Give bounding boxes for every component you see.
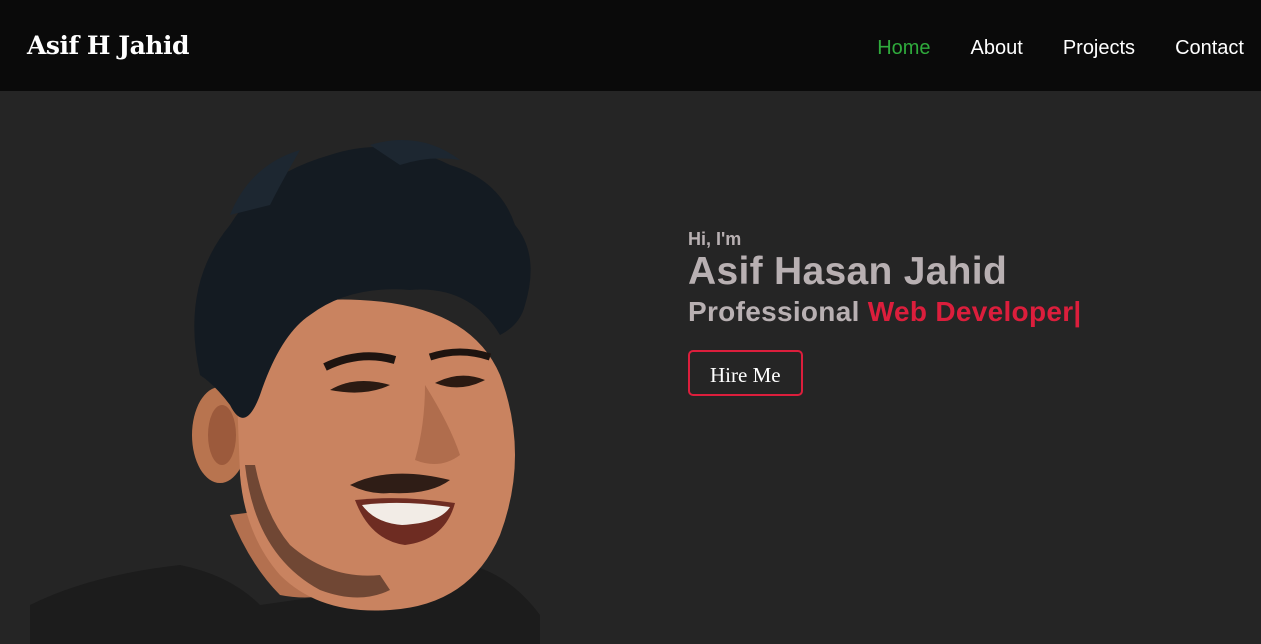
- main-menu: Home About Projects Contact: [837, 37, 1244, 60]
- role-highlight: Web Developer|: [867, 296, 1082, 327]
- role-prefix: Professional: [688, 296, 860, 327]
- top-navbar: Asif H Jahid Home About Projects Contact: [0, 0, 1261, 91]
- hero-role: Professional Web Developer|: [688, 294, 1082, 330]
- nav-link-home[interactable]: Home: [877, 37, 930, 60]
- hero-section: Hi, I'm Asif Hasan Jahid Professional We…: [0, 91, 1261, 644]
- hero-name: Asif Hasan Jahid: [688, 250, 1008, 293]
- hero-intro: Hi, I'm Asif Hasan Jahid Professional We…: [688, 228, 1082, 396]
- brand-logo[interactable]: Asif H Jahid: [27, 31, 189, 60]
- hire-me-button[interactable]: Hire Me: [688, 350, 803, 396]
- profile-photo: [30, 140, 540, 644]
- nav-link-about[interactable]: About: [971, 37, 1023, 60]
- nav-link-projects[interactable]: Projects: [1063, 37, 1135, 60]
- nav-link-contact[interactable]: Contact: [1175, 37, 1244, 60]
- hero-greeting: Hi, I'm: [688, 229, 742, 249]
